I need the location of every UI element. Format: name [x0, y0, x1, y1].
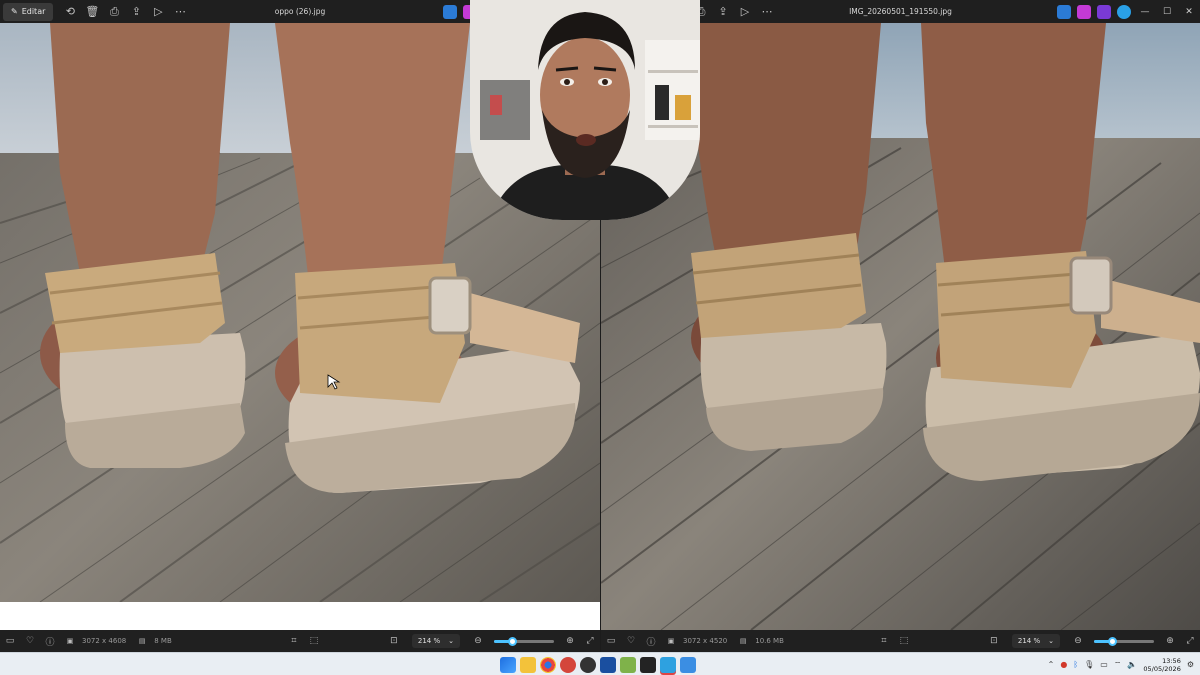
edit-label: Editar	[21, 7, 46, 16]
file-size-icon: ▤	[739, 637, 747, 645]
photos-app-icon[interactable]	[660, 656, 676, 673]
share-icon[interactable]: ⇪	[126, 2, 146, 22]
onedrive-icon[interactable]	[1117, 4, 1131, 19]
rotate-icon[interactable]: ⟲	[60, 2, 80, 22]
statusbar: ▭ ♡ ⓘ ▣ 3072 x 4520 ▤ 10.6 MB ⌗ ⬚ ⊡ 214 …	[601, 630, 1200, 652]
maximize-icon[interactable]: ☐	[1156, 7, 1178, 17]
clipchamp-icon[interactable]	[1097, 4, 1111, 19]
webcam-overlay	[470, 0, 700, 220]
zoom-slider-thumb[interactable]	[508, 636, 517, 646]
share-icon[interactable]: ⇪	[713, 2, 733, 22]
bluetooth-icon[interactable]: ᛒ	[1073, 660, 1078, 669]
crop-icon[interactable]: ⌗	[874, 636, 894, 646]
file-size: 10.6 MB	[755, 637, 784, 645]
taskbar: ⌃ ● ᛒ 🎙 ▭ ⌔ 🔈 13:56 05/05/2026 ⚙	[0, 652, 1200, 675]
zoom-level: 214 %	[417, 637, 441, 645]
designer-icon[interactable]	[1057, 4, 1071, 19]
filmstrip-icon[interactable]: ▭	[0, 636, 20, 646]
delete-icon[interactable]: 🗑	[82, 2, 102, 22]
edit-icon: ✎	[11, 7, 18, 16]
zoom-slider-thumb[interactable]	[1108, 636, 1117, 646]
fullscreen-icon[interactable]: ⤢	[1180, 636, 1200, 646]
close-icon[interactable]: ✕	[1178, 7, 1200, 17]
tray-app-icon[interactable]: ●	[1060, 660, 1067, 669]
chevron-down-icon: ⌄	[1048, 637, 1054, 645]
fullscreen-icon[interactable]: ⤢	[580, 636, 600, 646]
filmstrip-icon[interactable]: ▭	[601, 636, 621, 646]
wifi-icon[interactable]: ⌔	[1114, 660, 1122, 670]
zoom-out-icon[interactable]: ⊖	[468, 636, 488, 646]
photos-app-icon-2[interactable]	[680, 656, 696, 673]
system-tray: ⌃ ● ᛒ 🎙 ▭ ⌔ 🔈 13:56 05/05/2026 ⚙	[1048, 653, 1194, 675]
webcam-person	[470, 0, 700, 220]
slideshow-icon[interactable]: ▷	[735, 2, 755, 22]
zoom-dropdown[interactable]: 214 % ⌄	[411, 634, 460, 648]
print-icon[interactable]: ⎙	[104, 2, 124, 22]
app-icon-blue[interactable]	[600, 656, 616, 673]
copilot-icon[interactable]	[1077, 4, 1091, 19]
chevron-up-icon[interactable]: ⌃	[1048, 660, 1055, 669]
zoom-in-icon[interactable]: ⊕	[1160, 636, 1180, 646]
file-explorer-icon[interactable]	[520, 656, 536, 673]
info-icon[interactable]: ⓘ	[40, 635, 60, 648]
crop-icon[interactable]: ⌗	[284, 636, 304, 646]
clock-time: 13:56	[1162, 656, 1181, 665]
zoom-slider[interactable]	[494, 636, 554, 646]
display-icon[interactable]: ▭	[1100, 660, 1108, 669]
image-size-icon: ▣	[667, 637, 675, 645]
start-icon[interactable]	[500, 656, 516, 673]
screen: ✎ Editar ⟲ 🗑 ⎙ ⇪ ▷ ⋯ oppo (26).jpg ▭ ♡ ⓘ…	[0, 0, 1200, 675]
notifications-icon[interactable]: ⚙	[1187, 660, 1194, 669]
app-icon-green[interactable]	[620, 656, 636, 673]
app-icon-red[interactable]	[560, 656, 576, 673]
favorite-icon[interactable]: ♡	[621, 636, 641, 646]
white-strip	[0, 602, 600, 630]
statusbar: ▭ ♡ ⓘ ▣ 3072 x 4608 ▤ 8 MB ⌗ ⬚ ⊡ 214 % ⌄…	[0, 630, 600, 652]
chevron-down-icon: ⌄	[448, 637, 454, 645]
more-icon[interactable]: ⋯	[757, 2, 777, 22]
image-dimensions: 3072 x 4608	[82, 637, 127, 645]
zoom-in-icon[interactable]: ⊕	[560, 636, 580, 646]
taskbar-apps	[500, 653, 696, 675]
microphone-icon[interactable]: 🎙	[1084, 660, 1094, 669]
clock[interactable]: 13:56 05/05/2026	[1143, 657, 1180, 673]
slideshow-icon[interactable]: ▷	[148, 2, 168, 22]
obs-icon[interactable]	[580, 656, 596, 673]
clock-date: 05/05/2026	[1143, 664, 1181, 673]
app-icon-dark[interactable]	[640, 656, 656, 673]
designer-icon[interactable]	[443, 4, 457, 19]
file-size: 8 MB	[154, 637, 172, 645]
zoom-out-icon[interactable]: ⊖	[1068, 636, 1088, 646]
favorite-icon[interactable]: ♡	[20, 636, 40, 646]
zoom-slider[interactable]	[1094, 636, 1154, 646]
minimize-icon[interactable]: —	[1134, 7, 1156, 17]
zoom-level: 214 %	[1017, 637, 1041, 645]
select-icon[interactable]: ⬚	[894, 636, 914, 646]
info-icon[interactable]: ⓘ	[641, 635, 661, 648]
fit-icon[interactable]: ⊡	[384, 636, 404, 646]
volume-icon[interactable]: 🔈	[1127, 660, 1137, 669]
more-icon[interactable]: ⋯	[170, 2, 190, 22]
select-icon[interactable]: ⬚	[304, 636, 324, 646]
file-size-icon: ▤	[138, 637, 146, 645]
image-size-icon: ▣	[66, 637, 74, 645]
edit-button[interactable]: ✎ Editar	[3, 2, 54, 21]
image-dimensions: 3072 x 4520	[683, 637, 728, 645]
zoom-dropdown[interactable]: 214 % ⌄	[1011, 634, 1060, 648]
fit-icon[interactable]: ⊡	[984, 636, 1004, 646]
chrome-icon[interactable]	[540, 656, 556, 673]
